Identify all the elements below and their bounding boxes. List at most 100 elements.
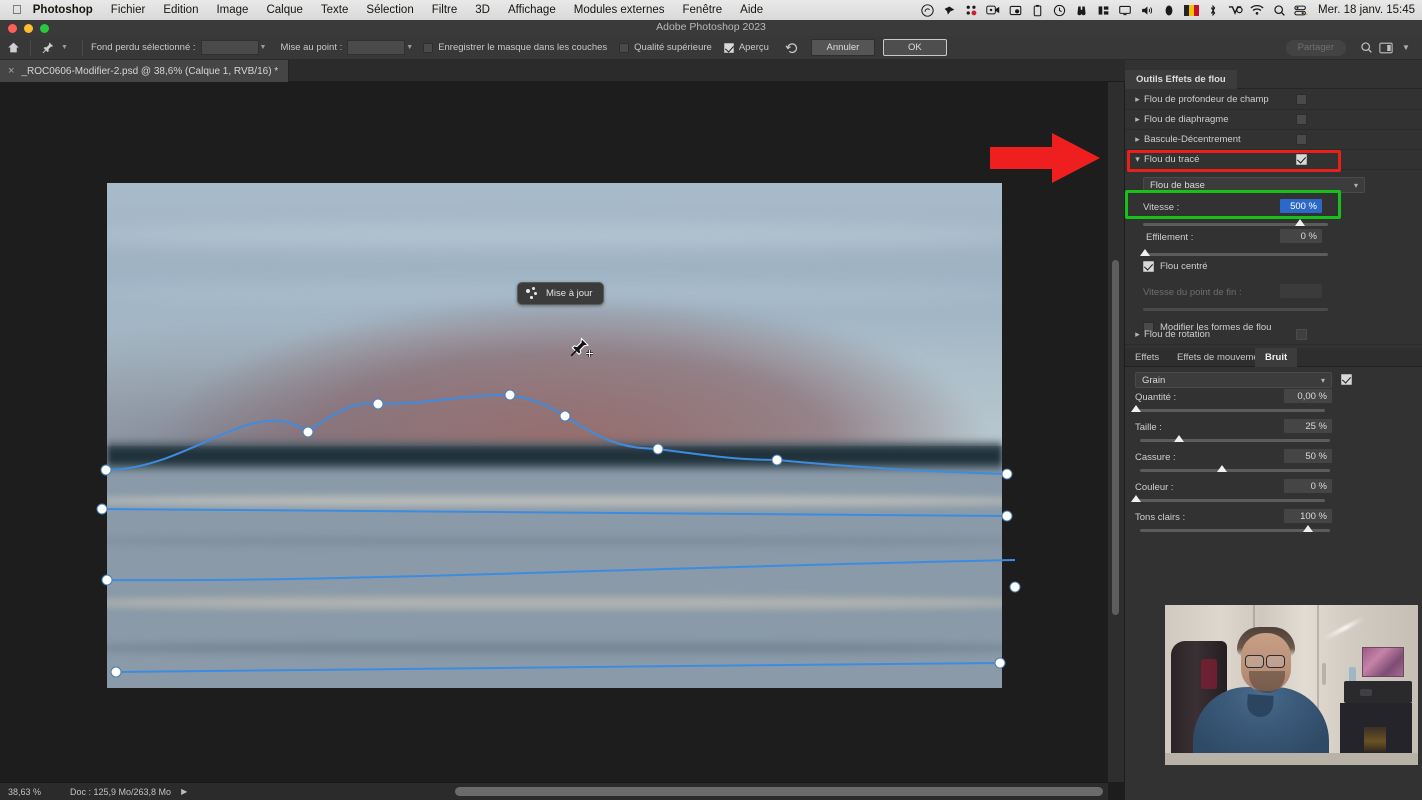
- focus-stepper-icon[interactable]: ▼: [406, 44, 413, 51]
- macos-menu-selection[interactable]: Sélection: [357, 0, 422, 20]
- blur-row-path-blur[interactable]: ▾ Flou du tracé: [1125, 150, 1422, 170]
- preview-checkbox[interactable]: Aperçu: [723, 42, 769, 53]
- canvas-horizontal-scrollbar[interactable]: [455, 787, 1103, 796]
- noise-highlights-slider-knob[interactable]: [1303, 525, 1313, 532]
- ok-button[interactable]: OK: [882, 39, 947, 56]
- blur-row-checkbox[interactable]: [1296, 94, 1307, 105]
- workspace-icon[interactable]: [1376, 42, 1396, 54]
- control-center-icon[interactable]: [1290, 0, 1312, 20]
- macos-menu-3d[interactable]: 3D: [466, 0, 499, 20]
- belgium-flag-icon[interactable]: [1180, 0, 1202, 20]
- blur-row-tilt-shift[interactable]: ▸ Bascule-Décentrement: [1125, 130, 1422, 150]
- macos-menu-edition[interactable]: Edition: [154, 0, 207, 20]
- bird-app-icon[interactable]: [938, 0, 960, 20]
- macos-menu-aide[interactable]: Aide: [731, 0, 772, 20]
- binoculars-icon[interactable]: [1070, 0, 1092, 20]
- macos-menu-modules-externes[interactable]: Modules externes: [565, 0, 674, 20]
- macos-menu-affichage[interactable]: Affichage: [499, 0, 565, 20]
- blur-row-checkbox[interactable]: [1296, 329, 1307, 340]
- volume-icon[interactable]: [1136, 0, 1158, 20]
- noise-highlights-slider-track[interactable]: [1140, 529, 1330, 532]
- noise-highlights-value[interactable]: 100 %: [1284, 509, 1332, 523]
- chevron-down-icon[interactable]: ▾: [1321, 376, 1325, 385]
- bleed-stepper-icon[interactable]: ▼: [260, 44, 267, 51]
- tab-effets[interactable]: Effets: [1125, 348, 1169, 367]
- noise-size-slider-knob[interactable]: [1174, 435, 1184, 442]
- noise-break-value[interactable]: 50 %: [1284, 449, 1332, 463]
- noise-break-slider-knob[interactable]: [1217, 465, 1227, 472]
- noise-break-slider-track[interactable]: [1140, 469, 1330, 472]
- blur-row-field-blur[interactable]: ▸ Flou de profondeur de champ: [1125, 90, 1422, 110]
- noise-amount-value[interactable]: 0,00 %: [1284, 389, 1332, 403]
- creative-cloud-icon[interactable]: [916, 0, 938, 20]
- tab-bruit[interactable]: Bruit: [1255, 348, 1298, 367]
- macos-menu-fenetre[interactable]: Fenêtre: [674, 0, 732, 20]
- macos-menu-calque[interactable]: Calque: [257, 0, 311, 20]
- noise-amount-slider-knob[interactable]: [1131, 405, 1141, 412]
- blur-row-iris-blur[interactable]: ▸ Flou de diaphragme: [1125, 110, 1422, 130]
- macos-menu-photoshop[interactable]: Photoshop: [33, 0, 102, 20]
- avatar-icon[interactable]: [1158, 0, 1180, 20]
- home-icon[interactable]: [0, 36, 26, 60]
- display-icon[interactable]: [1114, 0, 1136, 20]
- pin-tool-caret-icon[interactable]: ▼: [61, 44, 68, 51]
- save-mask-checkbox-box[interactable]: [423, 42, 434, 53]
- chevron-down-icon[interactable]: ▼: [1396, 43, 1416, 52]
- clipboard-icon[interactable]: [1026, 0, 1048, 20]
- taper-slider-track[interactable]: [1143, 253, 1328, 256]
- chevron-right-icon[interactable]: ▸: [1131, 134, 1144, 145]
- noise-enabled-checkbox[interactable]: [1341, 374, 1352, 385]
- macos-menu-texte[interactable]: Texte: [312, 0, 358, 20]
- chevron-right-icon[interactable]: ▸: [1131, 114, 1144, 125]
- update-button[interactable]: Mise à jour: [517, 282, 605, 305]
- save-mask-checkbox[interactable]: Enregistrer le masque dans les couches: [423, 42, 607, 53]
- chevron-down-icon[interactable]: ▾: [1354, 181, 1358, 190]
- centered-blur-checkbox[interactable]: Flou centré: [1143, 261, 1208, 272]
- chevron-right-icon[interactable]: ▶: [171, 787, 187, 796]
- status-zoom-level[interactable]: 38,63 %: [0, 787, 62, 797]
- reset-icon[interactable]: [781, 41, 803, 55]
- path-blur-mode-select[interactable]: Flou de base ▾: [1143, 177, 1365, 193]
- columns-icon[interactable]: [1092, 0, 1114, 20]
- cancel-button[interactable]: Annuler: [810, 39, 875, 56]
- bluetooth-icon[interactable]: [1202, 0, 1224, 20]
- taper-slider-knob[interactable]: [1140, 249, 1150, 256]
- high-quality-checkbox[interactable]: Qualité supérieure: [619, 42, 712, 53]
- speed-value[interactable]: 500 %: [1280, 199, 1322, 213]
- macos-menu-image[interactable]: Image: [207, 0, 257, 20]
- search-icon[interactable]: [1356, 41, 1376, 54]
- bleed-input[interactable]: [200, 40, 259, 55]
- blur-row-checkbox[interactable]: [1296, 114, 1307, 125]
- wifi-icon[interactable]: [1246, 0, 1268, 20]
- noise-color-slider-track[interactable]: [1135, 499, 1325, 502]
- canvas-area[interactable]: Mise à jour: [0, 82, 1108, 782]
- blur-row-spin-blur[interactable]: ▸ Flou de rotation: [1125, 325, 1422, 345]
- blur-row-checkbox[interactable]: [1296, 154, 1307, 165]
- time-machine-icon[interactable]: [1048, 0, 1070, 20]
- taper-value[interactable]: 0 %: [1280, 229, 1322, 243]
- canvas-vertical-scrollbar[interactable]: [1112, 260, 1119, 615]
- search-icon[interactable]: [1268, 0, 1290, 20]
- preview-checkbox-box[interactable]: [723, 42, 734, 53]
- noise-size-slider-track[interactable]: [1140, 439, 1330, 442]
- vpn-icon[interactable]: [1224, 0, 1246, 20]
- blur-row-checkbox[interactable]: [1296, 134, 1307, 145]
- centered-blur-checkbox-box[interactable]: [1143, 261, 1154, 272]
- speed-slider-knob[interactable]: [1295, 219, 1305, 226]
- chevron-down-icon[interactable]: ▾: [1131, 154, 1144, 165]
- tab-blur-tools[interactable]: Outils Effets de flou: [1125, 70, 1237, 89]
- document-tab[interactable]: × _ROC0606-Modifier-2.psd @ 38,6% (Calqu…: [0, 60, 290, 82]
- chevron-right-icon[interactable]: ▸: [1131, 94, 1144, 105]
- share-button[interactable]: Partager: [1285, 39, 1346, 56]
- macos-menu-fichier[interactable]: Fichier: [102, 0, 155, 20]
- screen-record-icon[interactable]: [982, 0, 1004, 20]
- high-quality-checkbox-box[interactable]: [619, 42, 630, 53]
- noise-amount-slider-track[interactable]: [1135, 409, 1325, 412]
- noise-color-slider-knob[interactable]: [1131, 495, 1141, 502]
- noise-type-select[interactable]: Grain ▾: [1135, 372, 1332, 388]
- close-icon[interactable]: ×: [8, 65, 14, 77]
- macos-menu-filtre[interactable]: Filtre: [423, 0, 467, 20]
- macos-clock[interactable]: Mer. 18 janv. 15:45: [1312, 4, 1415, 16]
- chevron-right-icon[interactable]: ▸: [1131, 329, 1144, 340]
- noise-color-value[interactable]: 0 %: [1284, 479, 1332, 493]
